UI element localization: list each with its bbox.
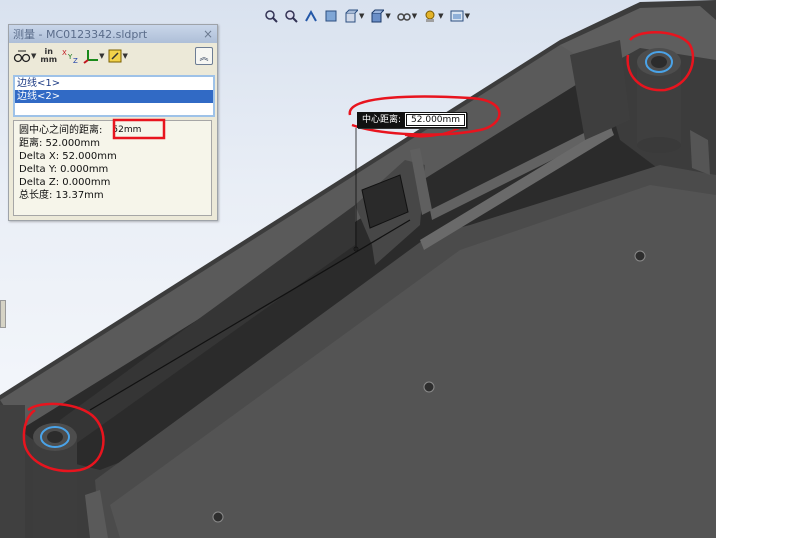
hole (634, 250, 646, 262)
previous-view-icon (304, 9, 318, 23)
center-distance-callout: 中心距离: 52.000mm (357, 112, 468, 128)
zoom-area-icon (284, 9, 298, 23)
annotation-value-box (112, 118, 166, 140)
selection-list[interactable]: 边线<1> 边线<2> (13, 75, 215, 117)
units-bottom: mm (40, 55, 58, 64)
view-orientation-icon (344, 9, 358, 23)
section-view-icon (324, 9, 338, 23)
scene-button[interactable]: ▼ (448, 6, 472, 26)
panel-resize-grip[interactable] (0, 300, 6, 328)
coordinate-system-button[interactable]: ▼ (83, 48, 104, 64)
appearance-button[interactable]: ▼ (421, 6, 445, 26)
measure-panel: 测量 - MC0123342.sldprt × ▼ in mm XYZ ▼ ▼ … (8, 24, 218, 221)
close-icon[interactable]: × (203, 27, 213, 41)
view-toolbar: ▼ ▼ ▼ ▼ ▼ (262, 5, 472, 27)
section-view-button[interactable] (322, 6, 340, 26)
chevron-up-icon: ︽ (199, 52, 209, 63)
display-style-button[interactable]: ▼ (368, 6, 392, 26)
delta-y-result: Delta Y: 0.000mm (19, 164, 109, 175)
measure-title: 测量 - MC0123342.sldprt (13, 28, 148, 41)
hide-show-icon (397, 9, 411, 23)
display-style-icon (370, 9, 385, 23)
zoom-fit-button[interactable] (262, 6, 280, 26)
appearance-icon (423, 9, 437, 23)
delta-x-result: Delta X: 52.000mm (19, 151, 117, 162)
total-length-result: 总长度: 13.37mm (19, 190, 104, 201)
history-button[interactable]: ▼ (108, 49, 128, 63)
selection-item-selected[interactable]: 边线<2> (15, 90, 213, 103)
callout-value: 52.000mm (406, 114, 466, 126)
coordinate-system-icon (83, 50, 99, 64)
collapse-button[interactable]: ︽ (195, 47, 213, 65)
svg-text:Z: Z (73, 57, 78, 64)
measure-toolbar: ▼ in mm XYZ ▼ ▼ ︽ (9, 43, 217, 69)
xyz-icon: XYZ (62, 49, 78, 64)
xyz-dimensions-button[interactable]: XYZ (61, 48, 79, 64)
zoom-fit-icon (264, 9, 278, 23)
zoom-area-button[interactable] (282, 6, 300, 26)
svg-text:X: X (62, 49, 67, 57)
callout-label: 中心距离: (358, 113, 406, 127)
units-precision-button[interactable]: in mm (40, 48, 57, 64)
hole (212, 511, 224, 523)
scene-icon (450, 9, 464, 23)
view-orientation-button[interactable]: ▼ (342, 6, 366, 26)
boss-right-body (637, 65, 681, 145)
boss-left-body (33, 440, 77, 538)
previous-view-button[interactable] (302, 6, 320, 26)
measure-title-bar[interactable]: 测量 - MC0123342.sldprt × (9, 25, 217, 43)
hole (423, 381, 435, 393)
history-icon (108, 49, 122, 63)
arc-circle-icon (13, 50, 31, 63)
hide-show-button[interactable]: ▼ (395, 6, 419, 26)
selection-item[interactable]: 边线<1> (15, 77, 213, 90)
arc-circle-measure-button[interactable]: ▼ (13, 49, 36, 63)
delta-z-result: Delta Z: 0.000mm (19, 177, 111, 188)
center-distance-label: 圆中心之间的距离: (19, 125, 103, 136)
